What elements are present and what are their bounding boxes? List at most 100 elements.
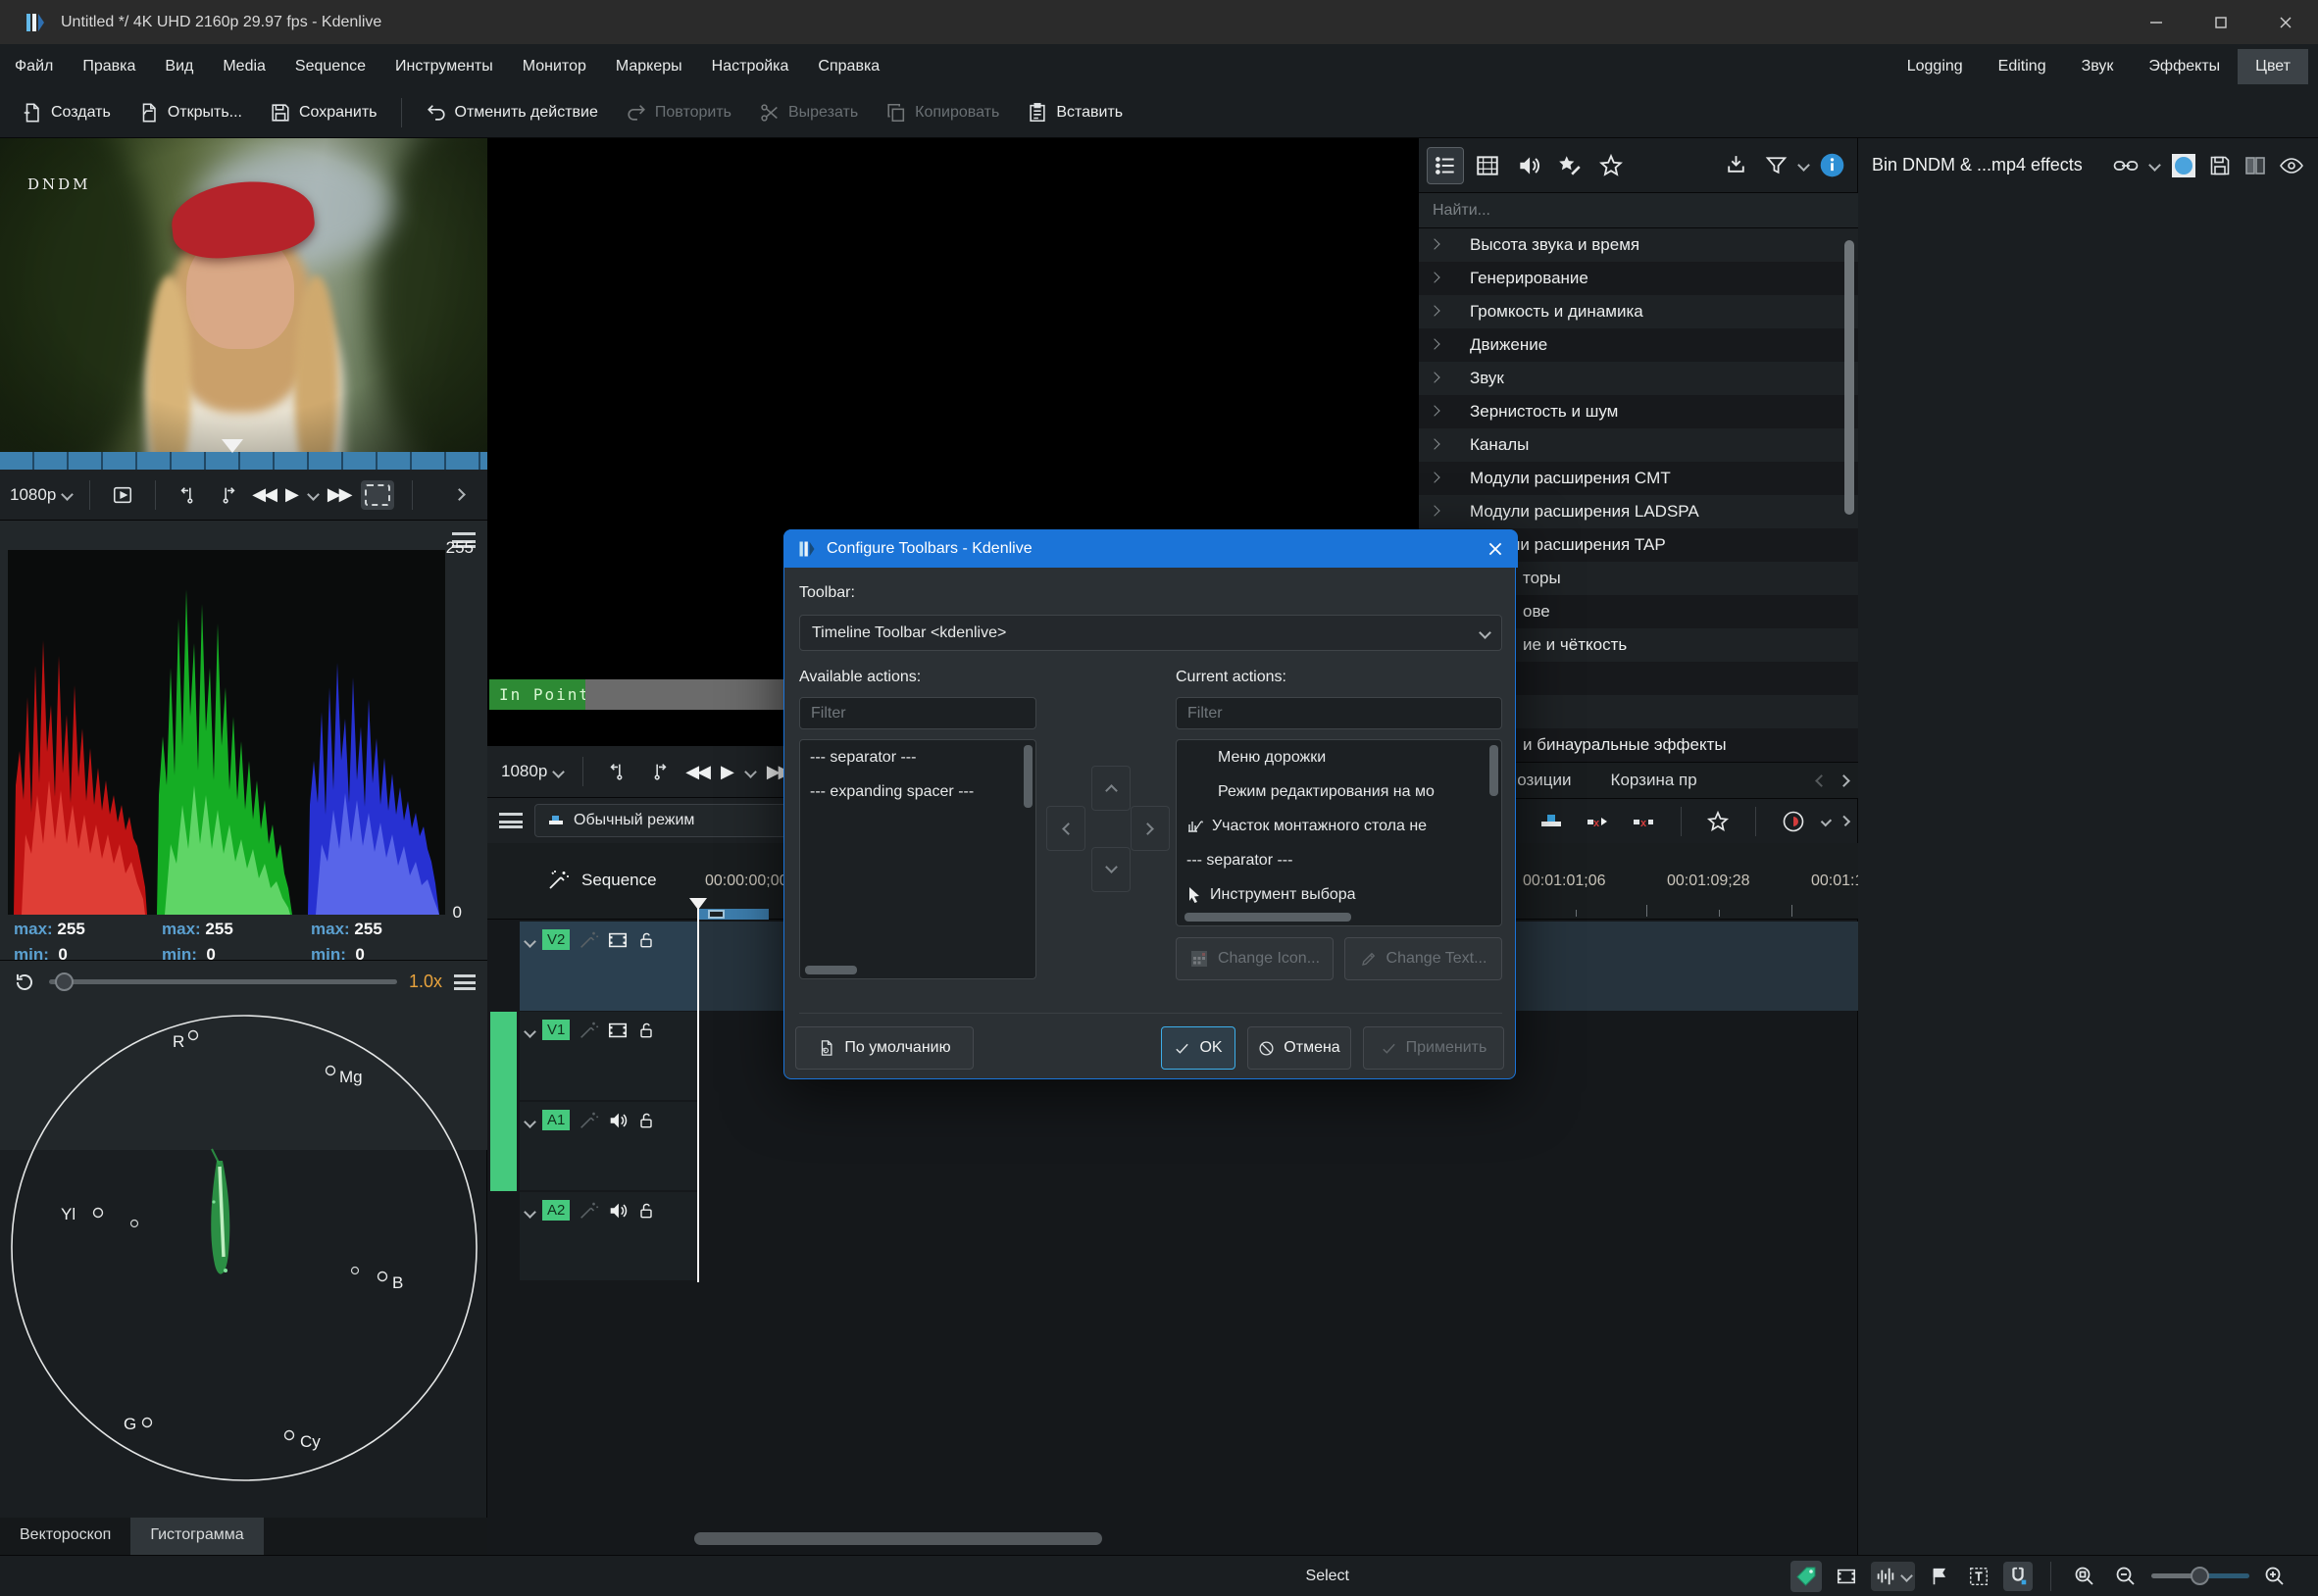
- markers-flag-icon[interactable]: [1925, 1562, 1954, 1591]
- slider-handle[interactable]: [55, 973, 74, 991]
- list-item[interactable]: Меню дорожки: [1177, 740, 1501, 774]
- effects-scrollbar[interactable]: [1844, 232, 1854, 758]
- track-badge[interactable]: V2: [542, 929, 570, 950]
- overwrite-zone-icon[interactable]: [1535, 807, 1568, 836]
- play-button[interactable]: ▶: [721, 762, 734, 782]
- ok-button[interactable]: OK: [1161, 1026, 1235, 1070]
- scope-zoom-slider[interactable]: [49, 979, 397, 984]
- move-down-button[interactable]: [1091, 847, 1131, 892]
- mark-out-icon[interactable]: [213, 480, 242, 510]
- track-effects-wand-icon[interactable]: [578, 1200, 599, 1222]
- scrollbar-thumb[interactable]: [1489, 745, 1498, 796]
- menu-media[interactable]: Media: [208, 49, 280, 84]
- workspace-color[interactable]: Цвет: [2238, 49, 2308, 84]
- mark-out-icon[interactable]: [644, 757, 674, 786]
- lock-open-icon[interactable]: [636, 1020, 656, 1041]
- clip-playhead-marker[interactable]: [222, 439, 243, 453]
- effect-category[interactable]: Громкость и динамика: [1419, 295, 1858, 328]
- timeline-horizontal-scrollbar[interactable]: [694, 1532, 1102, 1545]
- lock-open-icon[interactable]: [636, 1110, 656, 1131]
- favorite-star-icon[interactable]: [1701, 805, 1735, 838]
- menu-tools[interactable]: Инструменты: [380, 49, 508, 84]
- expand-chevron-icon[interactable]: [1429, 438, 1439, 449]
- save-effect-stack-icon[interactable]: [2208, 154, 2232, 177]
- scrollbar-thumb[interactable]: [1024, 745, 1033, 808]
- menu-edit[interactable]: Правка: [68, 49, 150, 84]
- collapse-chevron-icon[interactable]: [524, 935, 536, 948]
- forward-button[interactable]: ▶▶: [328, 484, 351, 505]
- effect-category[interactable]: Каналы: [1419, 428, 1858, 462]
- clip-monitor-scrubber[interactable]: [0, 452, 487, 470]
- track-badge[interactable]: V1: [542, 1020, 570, 1040]
- timeline-menu-icon[interactable]: [499, 813, 523, 828]
- track-head-v2[interactable]: V2: [520, 922, 698, 1011]
- effect-category[interactable]: Модули расширения LADSPA: [1419, 495, 1858, 528]
- track-effects-wand-icon[interactable]: [578, 1020, 599, 1041]
- thumbnails-toggle-icon[interactable]: [1832, 1562, 1861, 1591]
- scope-options-menu-icon[interactable]: [454, 974, 476, 990]
- effect-category[interactable]: Модули расширения CMT: [1419, 462, 1858, 495]
- defaults-button[interactable]: По умолчанию: [795, 1026, 974, 1070]
- audio-thumbnails-button[interactable]: [1871, 1562, 1915, 1591]
- collapse-chevron-icon[interactable]: [524, 1116, 536, 1128]
- effect-category[interactable]: Звук: [1419, 362, 1858, 395]
- filter-funnel-icon[interactable]: [1759, 148, 1793, 182]
- track-head-v1[interactable]: V1: [520, 1012, 698, 1100]
- expand-chevron-icon[interactable]: [1429, 472, 1439, 482]
- redo-button[interactable]: Повторить: [614, 95, 743, 130]
- track-badge[interactable]: A1: [542, 1110, 570, 1130]
- refresh-icon[interactable]: [12, 970, 37, 995]
- cancel-button[interactable]: Отмена: [1247, 1026, 1351, 1070]
- extract-zone-icon[interactable]: x: [1581, 807, 1614, 836]
- scrollbar-thumb[interactable]: [805, 966, 857, 974]
- zoom-in-icon[interactable]: [2259, 1561, 2291, 1592]
- menu-sequence[interactable]: Sequence: [280, 49, 380, 84]
- workspace-effects[interactable]: Эффекты: [2131, 49, 2238, 84]
- tab-histogram[interactable]: Гистограмма: [130, 1518, 263, 1559]
- transition-luma-icon[interactable]: [1777, 805, 1810, 838]
- download-effects-icon[interactable]: [1719, 148, 1753, 182]
- change-text-button[interactable]: Change Text...: [1344, 937, 1502, 980]
- expand-chevron-icon[interactable]: [1429, 272, 1439, 282]
- menu-help[interactable]: Справка: [803, 49, 894, 84]
- undo-button[interactable]: Отменить действие: [414, 95, 610, 130]
- tab-project-bin[interactable]: Корзина пр: [1591, 762, 1717, 799]
- workspace-logging[interactable]: Logging: [1890, 49, 1981, 84]
- mark-in-icon[interactable]: [174, 480, 203, 510]
- current-actions-list[interactable]: Меню дорожки Режим редактирования на мо …: [1176, 739, 1502, 926]
- effects-list-view-button[interactable]: [1427, 147, 1464, 184]
- effects-search-input[interactable]: [1419, 193, 1858, 227]
- collapse-chevron-icon[interactable]: [524, 1025, 536, 1038]
- scrollbar-thumb[interactable]: [1844, 240, 1854, 515]
- track-badge[interactable]: A2: [542, 1200, 570, 1221]
- eye-icon[interactable]: [2279, 155, 2304, 176]
- close-button[interactable]: [2253, 0, 2318, 44]
- expand-chevron-icon[interactable]: [1429, 405, 1439, 416]
- track-head-a1[interactable]: A1: [520, 1102, 698, 1190]
- timeline-playhead-line[interactable]: [697, 904, 699, 1282]
- monitor-overlay-icon[interactable]: [108, 480, 137, 510]
- custom-effects-filter-icon[interactable]: [1552, 148, 1587, 183]
- play-options-chevron-icon[interactable]: [744, 766, 757, 778]
- project-resolution-select[interactable]: 1080p: [501, 762, 563, 781]
- move-right-button[interactable]: [1131, 806, 1170, 851]
- tab-scroll-right-icon[interactable]: [1838, 774, 1850, 787]
- open-button[interactable]: Открыть...: [126, 95, 254, 130]
- clip-resolution-select[interactable]: 1080p: [10, 485, 72, 505]
- track-target-indicator[interactable]: [490, 1012, 517, 1191]
- menu-monitor[interactable]: Монитор: [508, 49, 601, 84]
- zoom-fit-icon[interactable]: [2069, 1561, 2100, 1592]
- save-button[interactable]: Сохранить: [258, 95, 389, 130]
- audio-effects-filter-icon[interactable]: [1511, 148, 1546, 183]
- list-item[interactable]: --- separator ---: [800, 740, 1035, 774]
- color-swatch-icon[interactable]: [2171, 153, 2196, 178]
- track-effects-wand-icon[interactable]: [578, 929, 599, 951]
- play-options-chevron-icon[interactable]: [307, 488, 320, 501]
- zone-mode-button[interactable]: [361, 480, 394, 510]
- effect-category[interactable]: Высота звука и время: [1419, 228, 1858, 262]
- lock-open-icon[interactable]: [636, 1200, 656, 1222]
- track-effects-wand-icon[interactable]: [578, 1110, 599, 1131]
- video-effects-filter-icon[interactable]: [1470, 148, 1505, 183]
- more-controls-chevron-icon[interactable]: [453, 488, 466, 501]
- title-clip-icon[interactable]: [1964, 1562, 1993, 1591]
